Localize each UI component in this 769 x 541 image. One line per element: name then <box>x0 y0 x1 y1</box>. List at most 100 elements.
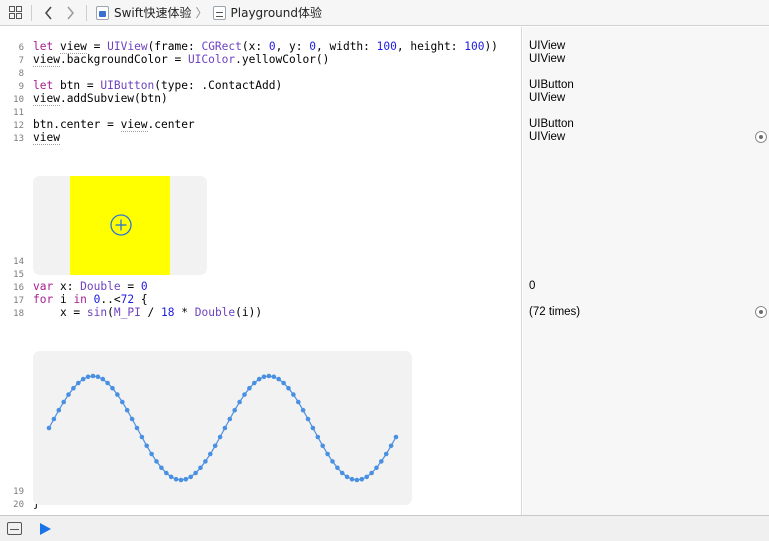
line-number: 16 <box>13 283 24 293</box>
grid-icon[interactable] <box>4 0 26 26</box>
data-point <box>379 459 384 464</box>
breadcrumb-project[interactable]: Swift快速体验 <box>96 4 192 21</box>
result-value: 0 <box>529 280 536 292</box>
data-point <box>310 425 316 431</box>
result-value: UIButton <box>529 118 574 130</box>
result-value: UIView <box>529 53 566 65</box>
line-number: 17 <box>13 296 24 306</box>
quick-look-icon[interactable] <box>755 131 767 143</box>
data-point <box>61 399 66 405</box>
chevron-left-icon[interactable] <box>37 0 59 26</box>
line-number: 8 <box>18 69 24 79</box>
code-line[interactable]: btn.center = view.center <box>33 118 195 132</box>
data-point <box>296 399 301 405</box>
data-point <box>154 459 159 464</box>
data-point <box>266 373 272 379</box>
line-number: 20 <box>13 500 24 510</box>
jump-bar: Swift快速体验 〉 Playground体验 <box>0 0 769 26</box>
line-number: 6 <box>18 43 24 53</box>
data-point <box>193 470 198 476</box>
playground-file-icon <box>212 5 226 20</box>
data-point <box>168 474 174 480</box>
data-point <box>71 385 76 391</box>
data-point <box>149 451 154 457</box>
data-point <box>271 374 277 380</box>
data-point <box>80 376 86 382</box>
data-point <box>144 443 149 449</box>
data-point <box>242 392 247 397</box>
data-point <box>286 385 291 391</box>
result-value: (72 times) <box>529 306 581 318</box>
chevron-right-icon[interactable] <box>59 0 81 26</box>
data-point <box>85 374 91 380</box>
line-number: 10 <box>13 95 24 105</box>
line-number: 13 <box>13 134 24 144</box>
data-point <box>383 451 389 457</box>
data-point <box>188 474 193 480</box>
line-number: 15 <box>13 270 24 280</box>
line-number: 12 <box>13 121 24 131</box>
data-point <box>134 425 140 431</box>
results-sidebar: UIView UIView UIButton UIView UIButton UIView… <box>523 27 769 515</box>
breadcrumb-project-label: Swift快速体验 <box>114 6 192 20</box>
line-number: 11 <box>13 108 24 118</box>
data-point <box>335 465 340 471</box>
data-point <box>217 434 223 440</box>
code-line[interactable]: for i in 0..<72 { <box>33 293 148 306</box>
toolbar-divider <box>86 4 87 21</box>
data-point <box>339 470 345 476</box>
debug-area-toggle-icon[interactable] <box>7 522 22 535</box>
data-point <box>247 385 252 391</box>
data-point <box>124 407 130 413</box>
code-line[interactable]: let btn = UIButton(type: .ContactAdd) <box>33 79 282 92</box>
code-line[interactable]: view <box>33 131 60 145</box>
data-point <box>300 407 306 413</box>
swift-file-icon <box>96 5 109 20</box>
toolbar-divider <box>31 4 32 21</box>
data-point <box>388 443 394 449</box>
data-point <box>56 407 62 413</box>
data-point <box>46 425 52 431</box>
code-line[interactable]: var x: Double = 0 <box>33 280 148 293</box>
data-point <box>276 376 281 382</box>
data-point <box>330 459 335 464</box>
quick-look-icon[interactable] <box>755 306 767 318</box>
data-point <box>305 416 311 422</box>
breadcrumb-file[interactable]: Playground体验 <box>212 4 322 21</box>
data-point <box>178 477 184 483</box>
play-icon[interactable] <box>40 522 51 535</box>
data-point <box>374 465 379 471</box>
data-point <box>315 434 321 440</box>
result-value: UIView <box>529 131 566 143</box>
data-point <box>349 476 355 482</box>
sine-line <box>48 375 397 481</box>
data-point <box>164 470 169 476</box>
data-point <box>281 380 286 386</box>
data-point <box>237 399 242 405</box>
data-point <box>393 434 399 440</box>
data-point <box>110 385 115 391</box>
breadcrumb-file-label: Playground体验 <box>230 6 322 20</box>
data-point <box>359 476 365 482</box>
data-point <box>90 373 96 379</box>
data-point <box>256 376 262 382</box>
data-point <box>159 465 164 471</box>
data-point <box>325 451 330 457</box>
source-editor[interactable]: 6 let view = UIView(frame: CGRect(x: 0, y… <box>0 27 522 515</box>
data-point <box>183 476 189 482</box>
data-point <box>51 416 57 422</box>
data-point <box>344 474 350 480</box>
data-point <box>100 376 106 382</box>
data-point <box>120 399 125 405</box>
code-line[interactable]: view.addSubview(btn) <box>33 92 168 106</box>
line-number: 7 <box>18 56 24 66</box>
code-line[interactable]: view.backgroundColor = UIColor.yellowCol… <box>33 53 329 67</box>
data-point <box>232 407 237 413</box>
inline-graph-preview <box>33 351 412 505</box>
code-line[interactable]: x = sin(M_PI / 18 * Double(i)) <box>33 306 262 319</box>
line-number: 14 <box>13 257 24 267</box>
code-line[interactable]: let view = UIView(frame: CGRect(x: 0, y:… <box>33 40 498 54</box>
data-point <box>212 443 218 449</box>
debug-bar <box>0 515 769 541</box>
line-number: 19 <box>13 487 24 497</box>
